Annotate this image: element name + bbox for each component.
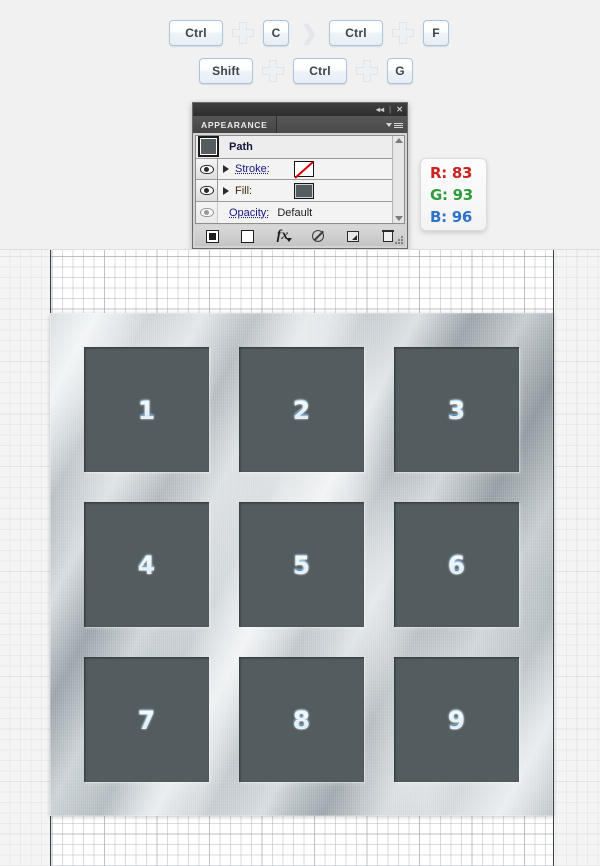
fill-visibility-toggle[interactable] (196, 180, 218, 202)
eye-icon (199, 186, 214, 196)
panel-tab-bar: APPEARANCE (193, 116, 407, 133)
key-c[interactable]: C (263, 20, 289, 46)
key-ctrl-3[interactable]: Ctrl (293, 58, 347, 84)
plus-icon (262, 60, 284, 82)
metal-plate[interactable]: 1 2 3 4 5 6 7 8 9 (50, 313, 553, 816)
tab-appearance[interactable]: APPEARANCE (193, 116, 277, 133)
shortcut-legend: Ctrl C ❯ Ctrl F Shift Ctrl G ◂◂ | ✕ APPE… (0, 0, 600, 250)
key-shift[interactable]: Shift (199, 58, 253, 84)
key-ctrl-2[interactable]: Ctrl (329, 20, 383, 46)
plus-icon (392, 22, 414, 44)
eye-icon (199, 208, 214, 218)
key-f[interactable]: F (423, 20, 449, 46)
opacity-visibility-toggle[interactable] (196, 202, 218, 223)
panel-scrollbar[interactable] (392, 136, 404, 223)
no-symbol-icon (311, 230, 324, 242)
fx-icon: fx (276, 228, 292, 243)
illustrator-canvas[interactable]: 1 2 3 4 5 6 7 8 9 (0, 250, 600, 866)
tile-number-label: 7 (137, 705, 156, 734)
tile-number-label: 5 (292, 550, 311, 579)
stroke-visibility-toggle[interactable] (196, 158, 218, 180)
add-new-effect-button[interactable]: fx (265, 226, 300, 246)
key-g[interactable]: G (387, 58, 413, 84)
eye-icon (199, 164, 214, 174)
filled-square-icon (206, 229, 219, 243)
tile-grid: 1 2 3 4 5 6 7 8 9 (50, 313, 553, 816)
appearance-row-fill[interactable]: Fill: (196, 180, 392, 203)
tile-4[interactable]: 4 (84, 502, 209, 627)
tile-number-label: 3 (447, 395, 466, 424)
plus-icon (232, 22, 254, 44)
offboard-right-dim (554, 250, 600, 866)
tile-number-label: 9 (447, 705, 466, 734)
plus-icon (356, 60, 378, 82)
scroll-down-icon[interactable] (394, 216, 403, 221)
appearance-panel-footer: fx (195, 226, 405, 246)
tile-5[interactable]: 5 (239, 502, 364, 627)
resize-grip-icon[interactable] (394, 235, 403, 244)
panel-title-bar: ◂◂ | ✕ (193, 103, 407, 116)
trash-icon (381, 230, 394, 242)
close-icon[interactable]: ✕ (396, 105, 403, 114)
appearance-row-path[interactable]: Path (196, 136, 392, 159)
tile-8[interactable]: 8 (239, 657, 364, 782)
chevron-right-icon: ❯ (300, 21, 318, 45)
tile-number-label: 8 (292, 705, 311, 734)
tile-3[interactable]: 3 (394, 347, 519, 472)
stroke-label[interactable]: Stroke: (235, 163, 270, 175)
key-ctrl-1[interactable]: Ctrl (169, 20, 223, 46)
rgb-blue-value: B: 96 (430, 207, 473, 226)
appearance-list: Path Stroke: Fill: Opacity: Default (195, 135, 405, 224)
fill-swatch[interactable] (294, 182, 314, 199)
stroke-disclosure-icon[interactable] (223, 165, 229, 174)
tab-bar-filler (276, 116, 407, 133)
clear-appearance-button[interactable] (300, 226, 335, 246)
appearance-rows: Path Stroke: Fill: Opacity: Default (196, 136, 392, 223)
tile-number-label: 6 (447, 550, 466, 579)
rgb-color-callout: R: 83 G: 93 B: 96 (420, 158, 487, 231)
add-new-stroke-button[interactable] (195, 226, 230, 246)
scroll-up-icon[interactable] (394, 138, 403, 143)
add-new-fill-button[interactable] (230, 226, 265, 246)
rgb-green-value: G: 93 (430, 185, 473, 204)
shortcut-row-1: Ctrl C ❯ Ctrl F (169, 20, 449, 46)
collapse-icon[interactable]: ◂◂ (376, 105, 384, 114)
offboard-left-dim (0, 250, 50, 866)
tile-7[interactable]: 7 (84, 657, 209, 782)
appearance-row-stroke[interactable]: Stroke: (196, 158, 392, 181)
rgb-red-value: R: 83 (430, 163, 473, 182)
open-square-icon (241, 229, 254, 243)
titlebar-divider: | (389, 104, 392, 114)
opacity-label[interactable]: Opacity: (229, 207, 269, 219)
fill-label[interactable]: Fill: (235, 185, 252, 197)
path-thumbnail (198, 136, 219, 158)
artboard-right-edge (553, 250, 554, 866)
tile-number-label: 1 (137, 395, 156, 424)
duplicate-item-button[interactable] (335, 226, 370, 246)
appearance-panel[interactable]: ◂◂ | ✕ APPEARANCE Path Stroke: Fill: Opa… (192, 102, 408, 249)
shortcut-row-2: Shift Ctrl G (199, 58, 413, 84)
fill-disclosure-icon[interactable] (223, 186, 229, 195)
tile-number-label: 4 (137, 550, 156, 579)
panel-menu-icon[interactable] (386, 120, 403, 130)
appearance-row-opacity[interactable]: Opacity: Default (196, 202, 392, 223)
tile-2[interactable]: 2 (239, 347, 364, 472)
opacity-value: Default (277, 206, 313, 219)
tile-1[interactable]: 1 (84, 347, 209, 472)
path-label: Path (229, 140, 253, 153)
stroke-swatch-none[interactable] (294, 161, 314, 178)
tile-9[interactable]: 9 (394, 657, 519, 782)
duplicate-icon (346, 230, 359, 242)
tile-6[interactable]: 6 (394, 502, 519, 627)
tile-number-label: 2 (292, 395, 311, 424)
